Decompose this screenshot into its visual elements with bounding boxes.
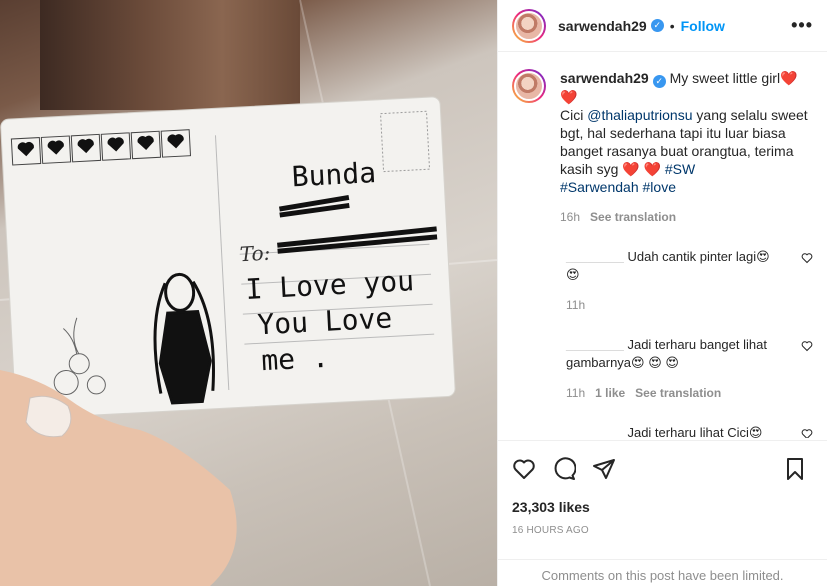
caption-meta: 16h See translation <box>560 208 813 226</box>
comment-like-heart-icon[interactable] <box>801 428 813 438</box>
verified-icon: ✓ <box>650 19 664 32</box>
postcard: Bunda To: I Love you You Love me . <box>0 96 456 420</box>
heart-icon[interactable] <box>512 457 536 481</box>
verified-icon: ✓ <box>652 75 666 88</box>
caption-line2: ❤️ <box>560 89 578 105</box>
caption-time: 16h <box>560 210 581 224</box>
hashtag-sw[interactable]: #SW <box>665 161 695 177</box>
post-header: sarwendah29 ✓ • Follow ••• <box>498 0 827 52</box>
postcard-line4: me . <box>260 341 329 377</box>
mention-link[interactable]: @thaliaputrionsu <box>587 107 692 123</box>
comment-like-heart-icon[interactable] <box>801 252 813 264</box>
comment-icon[interactable] <box>552 457 576 481</box>
likes-count[interactable]: 23,303 likes <box>512 499 813 515</box>
postcard-to-label: To: <box>239 241 271 267</box>
more-icon[interactable]: ••• <box>791 15 813 36</box>
separator-dot: • <box>669 17 675 34</box>
see-translation-link[interactable]: See translation <box>590 210 676 224</box>
caption-title: My sweet little girl❤️ <box>669 70 798 86</box>
comment-text: Jadi terharu lihat Cici😍 <box>627 425 763 438</box>
comment-item: ________ Udah cantik pinter lagi😍 😍 11h <box>512 248 813 314</box>
action-bar: 23,303 likes 16 HOURS AGO Comments on th… <box>498 440 827 586</box>
comment-time: 11h <box>566 298 586 312</box>
bookmark-icon[interactable] <box>783 457 807 481</box>
share-icon[interactable] <box>592 457 616 481</box>
post-username[interactable]: sarwendah29 <box>558 18 647 34</box>
comment-item: ________ Jadi terharu lihat Cici😍 😍 <box>512 424 813 438</box>
comment-text-line2: 😍 <box>566 267 580 282</box>
comment-username[interactable]: ________ <box>566 425 624 438</box>
postcard-line1: Bunda <box>291 156 377 193</box>
see-translation-link[interactable]: See translation <box>635 386 721 400</box>
photo-scene: Bunda To: I Love you You Love me . <box>0 0 497 586</box>
comment-item: ________ Jadi terharu banget lihat gamba… <box>512 336 813 402</box>
caption-avatar[interactable] <box>512 69 546 103</box>
comments-limited-notice: Comments on this post have been limited. <box>498 559 827 583</box>
comments-section[interactable]: sarwendah29 ✓ My sweet little girl❤️ ❤️ C… <box>498 53 827 438</box>
caption-text-a: Cici <box>560 107 588 123</box>
postcard-line3: You Love <box>257 301 393 341</box>
comment-like-heart-icon[interactable] <box>801 340 813 352</box>
caption: sarwendah29 ✓ My sweet little girl❤️ ❤️ C… <box>512 69 813 226</box>
comment-username[interactable]: ________ <box>566 337 624 352</box>
post-panel: sarwendah29 ✓ • Follow ••• sarwendah29 ✓ … <box>497 0 827 586</box>
comment-time: 11h <box>566 386 586 400</box>
post-timestamp: 16 HOURS AGO <box>512 525 589 536</box>
follow-button[interactable]: Follow <box>681 18 725 34</box>
hashtag-sarwendah[interactable]: #Sarwendah <box>560 179 639 195</box>
post-photo[interactable]: Bunda To: I Love you You Love me . <box>0 0 497 586</box>
comment-likes[interactable]: 1 like <box>595 386 625 400</box>
hashtag-love[interactable]: #love <box>643 179 676 195</box>
comment-text: Udah cantik pinter lagi😍 <box>627 249 770 264</box>
comment-username[interactable]: ________ <box>566 249 624 264</box>
caption-username[interactable]: sarwendah29 <box>560 70 649 86</box>
avatar[interactable] <box>512 8 546 43</box>
